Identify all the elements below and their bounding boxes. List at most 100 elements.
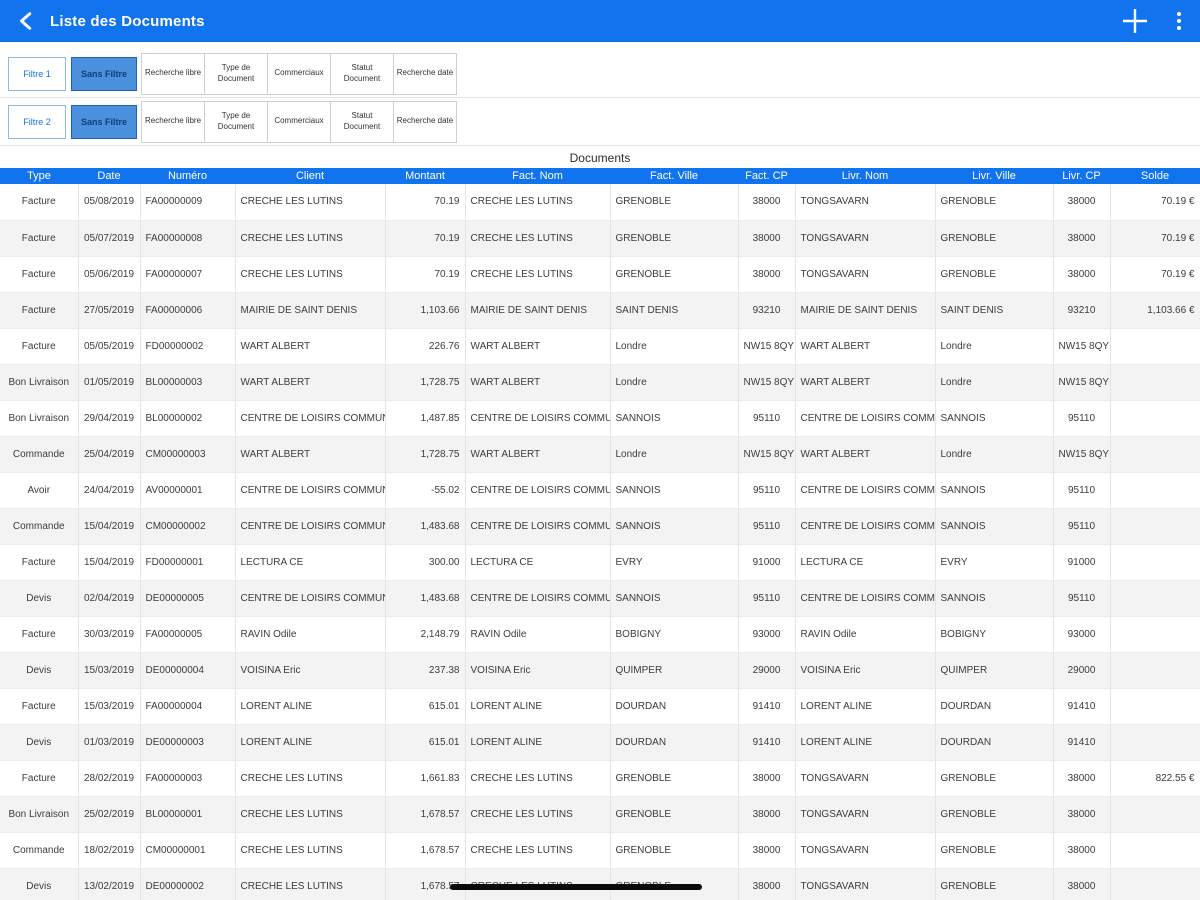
table-cell: [1110, 724, 1200, 761]
table-cell: FA00000004: [140, 688, 236, 725]
table-cell: FA00000008: [140, 220, 236, 257]
filter-option-button[interactable]: Recherche date: [393, 100, 457, 143]
table-cell: 1,483.68: [385, 508, 466, 545]
table-cell: TONGSAVARN: [795, 796, 936, 833]
filter-option-button[interactable]: Type de Document: [204, 52, 268, 95]
table-row[interactable]: Facture 15/03/2019 FA00000004 LORENT ALINE 6…: [0, 688, 1200, 725]
table-cell: 15/03/2019: [78, 652, 141, 689]
table-cell: CENTRE DE LOISIRS COMMUNAL: [465, 508, 611, 545]
column-header[interactable]: Livr. Ville: [935, 168, 1053, 184]
column-header[interactable]: Livr. Nom: [795, 168, 935, 184]
table-header-row: Type Date Numéro Client Montant Fact. Nom Fact…: [0, 168, 1200, 184]
table-cell: Bon Livraison: [0, 796, 79, 833]
table-cell: 95110: [738, 508, 796, 545]
overflow-menu-button[interactable]: [1168, 7, 1190, 35]
table-cell: 1,678.57: [385, 796, 466, 833]
column-header[interactable]: Solde: [1110, 168, 1200, 184]
filter-option-button[interactable]: Commerciaux: [267, 52, 331, 95]
table-cell: CRECHE LES LUTINS: [465, 760, 611, 797]
table-cell: 38000: [1053, 868, 1111, 900]
home-gesture-bar[interactable]: [450, 884, 702, 890]
table-cell: 95110: [738, 400, 796, 437]
filter-option-button[interactable]: Commerciaux: [267, 100, 331, 143]
table-row[interactable]: Facture 05/08/2019 FA00000009 CRECHE LES LU…: [0, 184, 1200, 221]
filter-selected-button[interactable]: Sans Filtre: [71, 104, 137, 139]
table-cell: SANNOIS: [935, 508, 1054, 545]
table-row[interactable]: Facture 27/05/2019 FA00000006 MAIRIE DE SAI…: [0, 292, 1200, 329]
table-row[interactable]: Bon Livraison 25/02/2019 BL00000001 CRECHE …: [0, 796, 1200, 833]
table-row[interactable]: Commande 18/02/2019 CM00000001 CRECHE LES L…: [0, 832, 1200, 869]
table-caption: Documents: [569, 151, 631, 165]
table-row[interactable]: Facture 05/05/2019 FD00000002 WART ALBERT 22…: [0, 328, 1200, 365]
table-row[interactable]: Facture 05/07/2019 FA00000008 CRECHE LES LU…: [0, 220, 1200, 257]
table-row[interactable]: Facture 15/04/2019 FD00000001 LECTURA CE 300…: [0, 544, 1200, 581]
table-cell: CRECHE LES LUTINS: [465, 796, 611, 833]
column-header[interactable]: Numéro: [140, 168, 235, 184]
table-cell: SANNOIS: [935, 472, 1054, 509]
table-cell: GRENOBLE: [935, 832, 1054, 869]
table-cell: 91410: [1053, 688, 1111, 725]
column-header[interactable]: Livr. CP: [1053, 168, 1110, 184]
filter-option-button[interactable]: Recherche libre: [141, 52, 205, 95]
table-cell: 1,103.66 €: [1110, 292, 1200, 329]
table-row[interactable]: Commande 25/04/2019 CM00000003 WART ALBERT 1…: [0, 436, 1200, 473]
table-row[interactable]: Bon Livraison 29/04/2019 BL00000002 CENTRE …: [0, 400, 1200, 437]
filter-option-button[interactable]: Statut Document: [330, 52, 394, 95]
table-cell: 01/03/2019: [78, 724, 141, 761]
table-row[interactable]: Commande 15/04/2019 CM00000002 CENTRE DE LO…: [0, 508, 1200, 545]
table-cell: GRENOBLE: [935, 256, 1054, 293]
filter-option-button[interactable]: Recherche libre: [141, 100, 205, 143]
table-cell: FA00000003: [140, 760, 236, 797]
table-cell: Commande: [0, 508, 79, 545]
table-row[interactable]: Avoir 24/04/2019 AV00000001 CENTRE DE LOISI…: [0, 472, 1200, 509]
table-row[interactable]: Devis 15/03/2019 DE00000004 VOISINA Eric 237…: [0, 652, 1200, 689]
table-row[interactable]: Facture 28/02/2019 FA00000003 CRECHE LES LU…: [0, 760, 1200, 797]
table-cell: [1110, 364, 1200, 401]
table-row[interactable]: Facture 05/06/2019 FA00000007 CRECHE LES LU…: [0, 256, 1200, 293]
column-header[interactable]: Montant: [385, 168, 465, 184]
table-cell: FA00000009: [140, 184, 236, 221]
column-header[interactable]: Fact. Nom: [465, 168, 610, 184]
table-cell: BL00000001: [140, 796, 236, 833]
back-button[interactable]: [10, 4, 44, 38]
table-cell: 615.01: [385, 724, 466, 761]
table-cell: GRENOBLE: [610, 796, 739, 833]
table-cell: Commande: [0, 436, 79, 473]
table-cell: MAIRIE DE SAINT DENIS: [465, 292, 611, 329]
table-row[interactable]: Devis 02/04/2019 DE00000005 CENTRE DE LOISI…: [0, 580, 1200, 617]
table-cell: LORENT ALINE: [465, 688, 611, 725]
table-cell: 29000: [738, 652, 796, 689]
filter-label-button[interactable]: Filtre 2: [8, 104, 66, 139]
column-header[interactable]: Fact. CP: [738, 168, 795, 184]
column-header[interactable]: Client: [235, 168, 385, 184]
filter-label-button[interactable]: Filtre 1: [8, 56, 66, 91]
table-cell: CENTRE DE LOISIRS COMMUNAL: [795, 472, 936, 509]
column-header[interactable]: Date: [78, 168, 140, 184]
table-cell: EVRY: [610, 544, 739, 581]
table-row[interactable]: Bon Livraison 01/05/2019 BL00000003 WART AL…: [0, 364, 1200, 401]
add-document-button[interactable]: [1118, 4, 1152, 38]
table-cell: CENTRE DE LOISIRS COMMUNAL: [795, 580, 936, 617]
filter-selected-button[interactable]: Sans Filtre: [71, 56, 137, 91]
table-cell: CRECHE LES LUTINS: [235, 184, 386, 221]
filter-option-button[interactable]: Recherche date: [393, 52, 457, 95]
table-cell: 93210: [738, 292, 796, 329]
table-cell: 70.19 €: [1110, 256, 1200, 293]
table-cell: Facture: [0, 616, 79, 653]
table-cell: 1,103.66: [385, 292, 466, 329]
column-header[interactable]: Fact. Ville: [610, 168, 738, 184]
table-cell: TONGSAVARN: [795, 868, 936, 900]
filter-option-button[interactable]: Type de Document: [204, 100, 268, 143]
table-cell: Londre: [935, 328, 1054, 365]
table-cell: 70.19: [385, 220, 466, 257]
table-cell: 15/03/2019: [78, 688, 141, 725]
filter-option-button[interactable]: Statut Document: [330, 100, 394, 143]
column-header[interactable]: Type: [0, 168, 78, 184]
table-row[interactable]: Devis 01/03/2019 DE00000003 LORENT ALINE 615…: [0, 724, 1200, 761]
table-cell: 38000: [1053, 256, 1111, 293]
table-row[interactable]: Facture 30/03/2019 FA00000005 RAVIN Odile 2,…: [0, 616, 1200, 653]
back-arrow-icon: [20, 12, 32, 30]
table-cell: 95110: [1053, 508, 1111, 545]
table-cell: TONGSAVARN: [795, 184, 936, 221]
table-cell: Avoir: [0, 472, 79, 509]
